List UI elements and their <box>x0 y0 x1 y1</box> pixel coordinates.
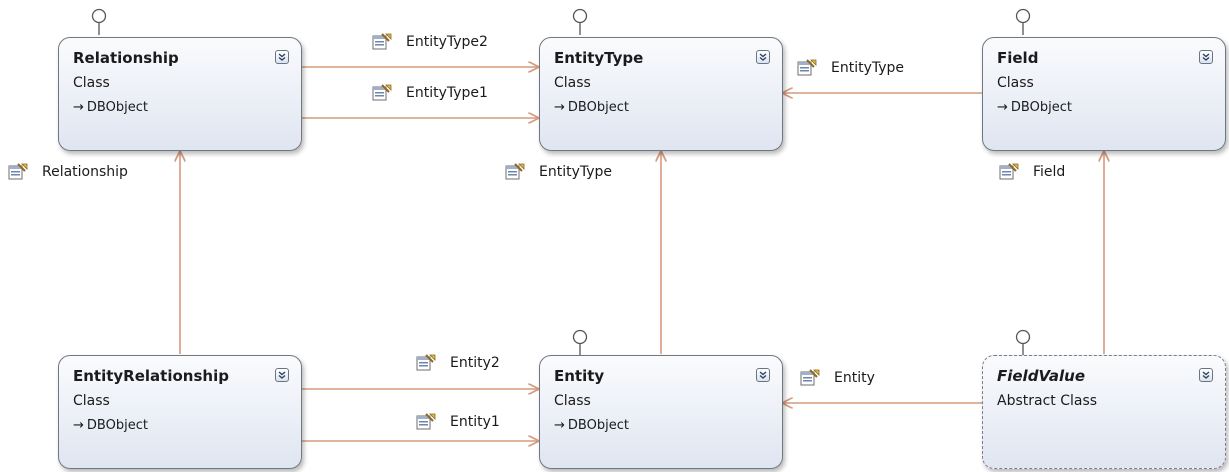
class-field[interactable]: Field Class → DBObject <box>982 37 1226 151</box>
association-label-fieldvalue-entity[interactable]: Entity <box>800 369 875 387</box>
expand-chevron-icon[interactable] <box>275 50 289 64</box>
class-kind: Class <box>73 393 110 409</box>
entity-interface-lollipop-icon <box>572 329 588 356</box>
association-label-field[interactable]: Field <box>999 163 1065 181</box>
class-kind: Class <box>73 75 110 91</box>
association-label-relationship[interactable]: Relationship <box>8 163 128 181</box>
class-title: Entity <box>554 367 605 385</box>
property-icon <box>505 163 525 180</box>
association-label-text: Relationship <box>42 164 128 180</box>
property-icon <box>800 369 820 386</box>
class-title: EntityType <box>554 49 644 67</box>
association-label-entitytype2[interactable]: EntityType2 <box>372 33 488 51</box>
association-label-field-entitytype[interactable]: EntityType <box>797 59 904 77</box>
fieldvalue-interface-lollipop-icon <box>1015 329 1031 356</box>
class-title: EntityRelationship <box>73 367 229 385</box>
class-kind: Abstract Class <box>997 393 1098 409</box>
base-class-name: DBObject <box>567 418 629 433</box>
class-base: → DBObject <box>73 100 148 115</box>
class-kind: Class <box>997 75 1034 91</box>
inheritance-arrow-icon: → <box>554 100 565 115</box>
association-label-entity2[interactable]: Entity2 <box>416 354 500 372</box>
class-entitytype[interactable]: EntityType Class → DBObject <box>539 37 783 151</box>
property-icon <box>416 413 436 430</box>
property-icon <box>372 84 392 101</box>
class-fieldvalue[interactable]: FieldValue Abstract Class <box>982 355 1226 469</box>
class-base: → DBObject <box>554 418 629 433</box>
class-base: → DBObject <box>554 100 629 115</box>
class-relationship[interactable]: Relationship Class → DBObject <box>58 37 302 151</box>
expand-chevron-icon[interactable] <box>275 368 289 382</box>
base-class-name: DBObject <box>567 100 629 115</box>
expand-chevron-icon[interactable] <box>1199 368 1213 382</box>
association-label-text: EntityType2 <box>406 34 488 50</box>
relationship-interface-lollipop-icon <box>91 8 107 35</box>
association-label-text: Field <box>1033 164 1066 180</box>
base-class-name: DBObject <box>86 100 148 115</box>
class-base: → DBObject <box>997 100 1072 115</box>
association-label-text: Entity2 <box>450 355 500 371</box>
association-label-entity-entitytype[interactable]: EntityType <box>505 163 612 181</box>
association-label-text: EntityType1 <box>406 85 488 101</box>
association-label-text: Entity1 <box>450 414 500 430</box>
class-kind: Class <box>554 75 591 91</box>
inheritance-arrow-icon: → <box>73 418 84 433</box>
class-title: Field <box>997 49 1039 67</box>
association-label-entity1[interactable]: Entity1 <box>416 413 500 431</box>
expand-chevron-icon[interactable] <box>756 368 770 382</box>
property-icon <box>999 163 1019 180</box>
inheritance-arrow-icon: → <box>997 100 1008 115</box>
expand-chevron-icon[interactable] <box>756 50 770 64</box>
class-title: FieldValue <box>997 367 1086 385</box>
class-base: → DBObject <box>73 418 148 433</box>
association-label-entitytype1[interactable]: EntityType1 <box>372 84 488 102</box>
property-icon <box>416 354 436 371</box>
association-label-text: EntityType <box>539 164 613 180</box>
class-entity[interactable]: Entity Class → DBObject <box>539 355 783 469</box>
inheritance-arrow-icon: → <box>554 418 565 433</box>
property-icon <box>372 33 392 50</box>
inheritance-arrow-icon: → <box>73 100 84 115</box>
class-kind: Class <box>554 393 591 409</box>
field-interface-lollipop-icon <box>1015 8 1031 35</box>
class-entityrelationship[interactable]: EntityRelationship Class → DBObject <box>58 355 302 469</box>
property-icon <box>8 163 28 180</box>
class-title: Relationship <box>73 49 179 67</box>
association-label-text: Entity <box>834 370 875 386</box>
expand-chevron-icon[interactable] <box>1199 50 1213 64</box>
base-class-name: DBObject <box>86 418 148 433</box>
property-icon <box>797 59 817 76</box>
entitytype-interface-lollipop-icon <box>572 8 588 35</box>
base-class-name: DBObject <box>1010 100 1072 115</box>
association-label-text: EntityType <box>831 60 905 76</box>
